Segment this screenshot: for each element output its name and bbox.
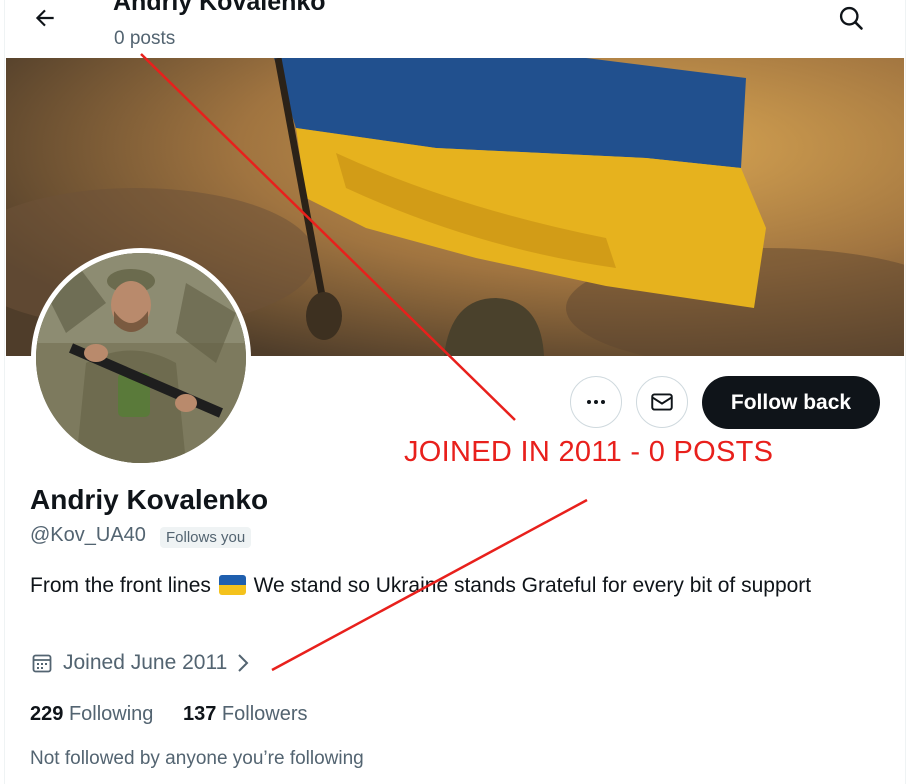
bio-text-end: We stand so Ukraine stands Grateful for … [253,574,812,597]
search-icon [839,6,863,30]
avatar[interactable] [31,248,251,468]
following-count: 229 [30,703,64,725]
calendar-icon [32,654,52,673]
profile-name: Andriy Kovalenko [30,484,269,515]
header-title: Andriy Kovalenko [113,0,326,16]
mutual-followers-note: Not followed by anyone you’re following [30,748,364,769]
profile-handle: @Kov_UA40 [30,524,146,546]
message-button[interactable] [636,376,688,428]
arrow-left-icon [35,9,54,27]
profile-bio: From the front lines We stand so Ukraine… [30,571,850,601]
more-dots-icon [587,400,605,404]
follows-you-badge: Follows you [160,527,252,548]
joined-date-text: Joined June 2011 [63,651,228,674]
search-button[interactable] [831,0,871,36]
header-post-count: 0 posts [114,28,176,49]
joined-date[interactable]: Joined June 2011 [30,651,253,675]
follow-stats: 229 Following 137 Followers [30,703,332,726]
chevron-right-icon [238,654,249,672]
avatar-photo [36,253,246,463]
following-stat[interactable]: 229 Following [30,703,153,726]
back-button[interactable] [25,0,65,36]
top-bar: Andriy Kovalenko 0 posts [5,0,905,58]
followers-label: Followers [221,703,308,725]
follow-back-button[interactable]: Follow back [702,376,880,429]
envelope-icon [651,393,673,411]
followers-stat[interactable]: 137 Followers [183,703,308,726]
followers-count: 137 [182,703,217,725]
following-label: Following [68,703,154,725]
ukraine-flag-icon [218,575,246,595]
annotation-label: JOINED IN 2011 - 0 POSTS [404,436,774,468]
bio-text-start: From the front lines [30,574,211,597]
more-options-button[interactable] [570,376,622,428]
profile-page: Andriy Kovalenko 0 posts Follow back JOI… [4,0,906,784]
